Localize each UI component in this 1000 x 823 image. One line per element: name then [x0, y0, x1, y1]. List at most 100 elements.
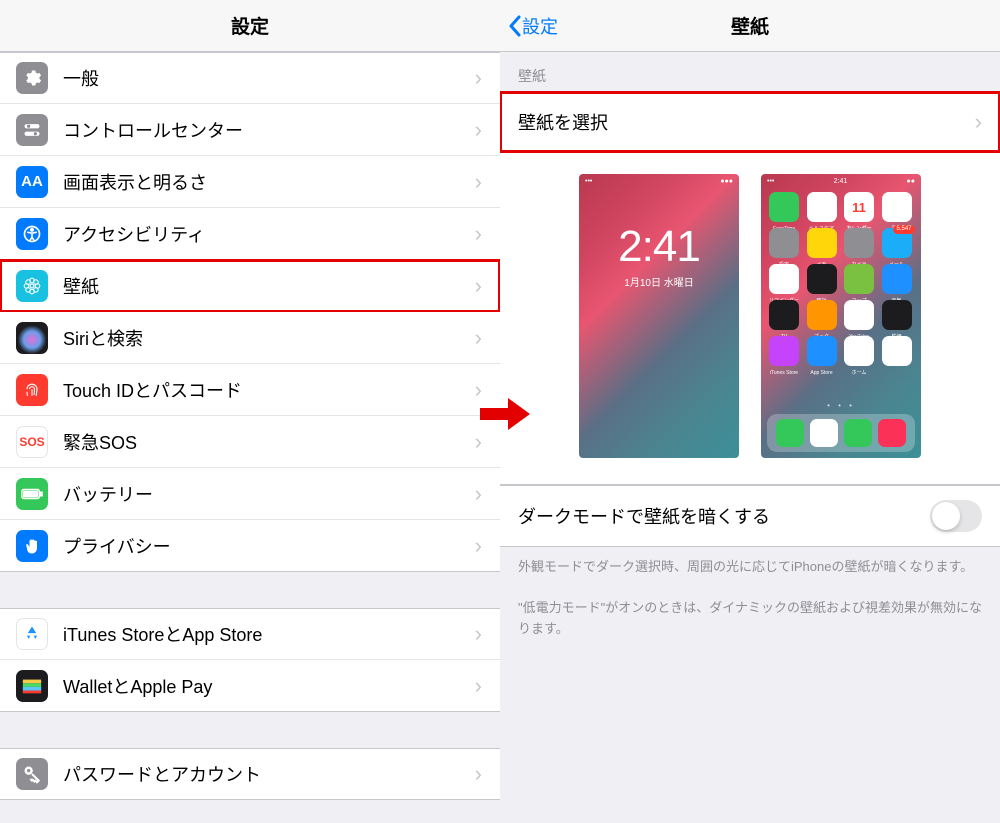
- dock-app-icon: [776, 419, 804, 447]
- row-accessibility[interactable]: アクセシビリティ ›: [0, 208, 500, 260]
- chevron-right-icon: ›: [475, 325, 482, 351]
- wallet-icon: [16, 670, 48, 702]
- gear-icon: [16, 62, 48, 94]
- app-icon: TV: [769, 300, 799, 330]
- app-icon: iTunes Store: [769, 336, 799, 366]
- battery-icon: [16, 478, 48, 510]
- app-icon: 株価: [882, 300, 912, 330]
- homescreen-preview[interactable]: •••2:41●● FaceTime ヘルスケア11カレンダー写真設定メモカメラ 5…: [761, 174, 921, 458]
- text-size-icon: AA: [16, 166, 48, 198]
- row-wallpaper[interactable]: 壁紙 ›: [0, 260, 500, 312]
- appstore-icon: [16, 618, 48, 650]
- chevron-right-icon: ›: [475, 65, 482, 91]
- siri-icon: [16, 322, 48, 354]
- chevron-right-icon: ›: [475, 221, 482, 247]
- row-label: 緊急SOS: [63, 429, 475, 455]
- app-icon: ホーム: [844, 336, 874, 366]
- row-darkmode-wallpaper: ダークモードで壁紙を暗くする: [500, 485, 1000, 547]
- accessibility-icon: [16, 218, 48, 250]
- app-icon: ブック: [807, 300, 837, 330]
- chevron-right-icon: ›: [475, 761, 482, 787]
- row-label: バッテリー: [63, 481, 475, 507]
- app-icon: カメラ: [844, 228, 874, 258]
- chevron-right-icon: ›: [475, 117, 482, 143]
- lockscreen-preview[interactable]: •••●●● 2:41 1月10日 水曜日: [579, 174, 739, 458]
- back-button[interactable]: 設定: [508, 13, 558, 39]
- row-label: プライバシー: [63, 533, 475, 559]
- settings-group-3: パスワードとアカウント ›: [0, 748, 500, 800]
- row-touchid[interactable]: Touch IDとパスコード ›: [0, 364, 500, 416]
- back-label: 設定: [522, 13, 558, 39]
- row-label: ダークモードで壁紙を暗くする: [518, 503, 770, 529]
- app-icon: メモ: [807, 228, 837, 258]
- row-label: アクセシビリティ: [63, 221, 475, 247]
- page-title: 壁紙: [731, 12, 769, 39]
- app-icon: ヘルスケア: [807, 192, 837, 222]
- row-itunes[interactable]: iTunes StoreとApp Store ›: [0, 608, 500, 660]
- section-header: 壁紙: [500, 52, 1000, 92]
- app-grid: FaceTime ヘルスケア11カレンダー写真設定メモカメラ 5,547メールリマイ…: [769, 192, 913, 366]
- flower-icon: [16, 270, 48, 302]
- lock-clock: 2:41 1月10日 水曜日: [579, 222, 739, 289]
- app-icon: YouTube: [844, 300, 874, 330]
- row-general[interactable]: 一般 ›: [0, 52, 500, 104]
- dock-app-icon: [810, 419, 838, 447]
- chevron-right-icon: ›: [475, 273, 482, 299]
- row-privacy[interactable]: プライバシー ›: [0, 520, 500, 572]
- time-label: 2:41: [579, 222, 739, 272]
- sos-icon: SOS: [16, 426, 48, 458]
- row-label: パスワードとアカウント: [63, 761, 475, 787]
- settings-panel-left: 設定 一般 › コントロールセンター › AA 画面表示と明るさ › アクセシビ…: [0, 0, 500, 823]
- row-label: WalletとApple Pay: [63, 673, 475, 699]
- app-icon: 写真: [882, 192, 912, 222]
- fingerprint-icon: [16, 374, 48, 406]
- chevron-right-icon: ›: [475, 533, 482, 559]
- hand-icon: [16, 530, 48, 562]
- app-icon: 時計: [807, 264, 837, 294]
- key-icon: [16, 758, 48, 790]
- header-right: 設定 壁紙: [500, 0, 1000, 52]
- app-icon: App Store: [807, 336, 837, 366]
- row-passwords[interactable]: パスワードとアカウント ›: [0, 748, 500, 800]
- row-select-wallpaper[interactable]: 壁紙を選択 ›: [500, 92, 1000, 152]
- chevron-right-icon: ›: [475, 621, 482, 647]
- row-label: Siriと検索: [63, 325, 475, 351]
- row-label: Touch IDとパスコード: [63, 377, 475, 403]
- description-1: 外観モードでダーク選択時、周囲の光に応じてiPhoneの壁紙が暗くなります。: [500, 547, 1000, 588]
- status-bar: •••●●●: [579, 178, 739, 185]
- page-dots: • • •: [761, 401, 921, 410]
- row-siri[interactable]: Siriと検索 ›: [0, 312, 500, 364]
- chevron-right-icon: ›: [475, 673, 482, 699]
- row-battery[interactable]: バッテリー ›: [0, 468, 500, 520]
- header-left: 設定: [0, 0, 500, 52]
- row-control-center[interactable]: コントロールセンター ›: [0, 104, 500, 156]
- row-sos[interactable]: SOS 緊急SOS ›: [0, 416, 500, 468]
- app-icon: 11カレンダー: [844, 192, 874, 222]
- description-2: "低電力モード"がオンのときは、ダイナミックの壁紙および視差効果が無効になります…: [500, 588, 1000, 650]
- arrow-right-icon: [480, 395, 530, 438]
- row-display[interactable]: AA 画面表示と明るさ ›: [0, 156, 500, 208]
- app-icon: リマインダー: [769, 264, 799, 294]
- app-icon: FaceTime: [769, 192, 799, 222]
- app-icon: マップ: [844, 264, 874, 294]
- row-label: 壁紙: [63, 273, 475, 299]
- app-icon: 天気: [882, 264, 912, 294]
- wallpaper-panel-right: 設定 壁紙 壁紙 壁紙を選択 › •••●●● 2:41 1月10日 水曜日 •…: [500, 0, 1000, 823]
- settings-group-2: iTunes StoreとApp Store › WalletとApple Pa…: [0, 608, 500, 712]
- row-label: iTunes StoreとApp Store: [63, 621, 475, 647]
- row-label: 一般: [63, 65, 475, 91]
- row-label: 画面表示と明るさ: [63, 169, 475, 195]
- chevron-right-icon: ›: [475, 481, 482, 507]
- row-label: コントロールセンター: [63, 117, 475, 143]
- row-wallet[interactable]: WalletとApple Pay ›: [0, 660, 500, 712]
- darkmode-toggle[interactable]: [930, 500, 982, 532]
- status-bar: •••2:41●●: [761, 178, 921, 185]
- date-label: 1月10日 水曜日: [579, 274, 739, 289]
- wallpaper-previews: •••●●● 2:41 1月10日 水曜日 •••2:41●● FaceTime…: [500, 152, 1000, 485]
- toggles-icon: [16, 114, 48, 146]
- row-label: 壁紙を選択: [518, 109, 975, 135]
- app-icon: 5,547メール: [882, 228, 912, 258]
- settings-group-1: 一般 › コントロールセンター › AA 画面表示と明るさ › アクセシビリティ…: [0, 52, 500, 572]
- app-icon: 設定: [769, 228, 799, 258]
- dock-app-icon: [878, 419, 906, 447]
